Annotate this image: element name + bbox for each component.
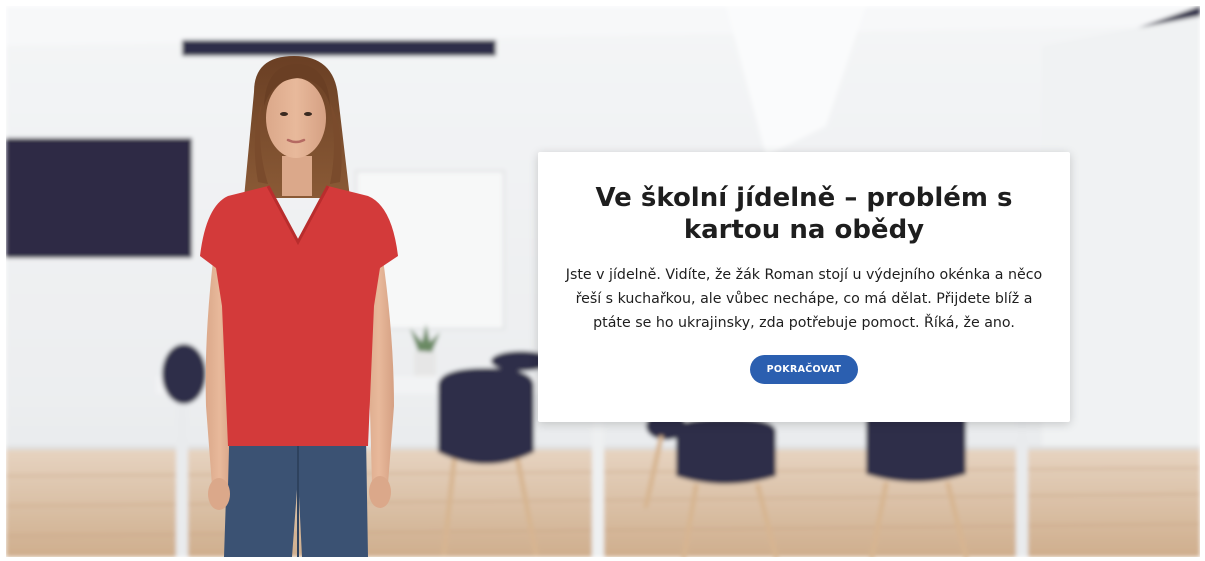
slide-frame: Ve školní jídelně – problém s kartou na … — [6, 6, 1200, 557]
continue-button[interactable]: POKRAČOVAT — [749, 355, 859, 384]
dialog-body: Jste v jídelně. Vidíte, že žák Roman sto… — [565, 267, 1043, 331]
scenario-dialog: Ve školní jídelně – problém s kartou na … — [538, 152, 1070, 422]
dialog-title: Ve školní jídelně – problém s kartou na … — [595, 183, 1013, 245]
